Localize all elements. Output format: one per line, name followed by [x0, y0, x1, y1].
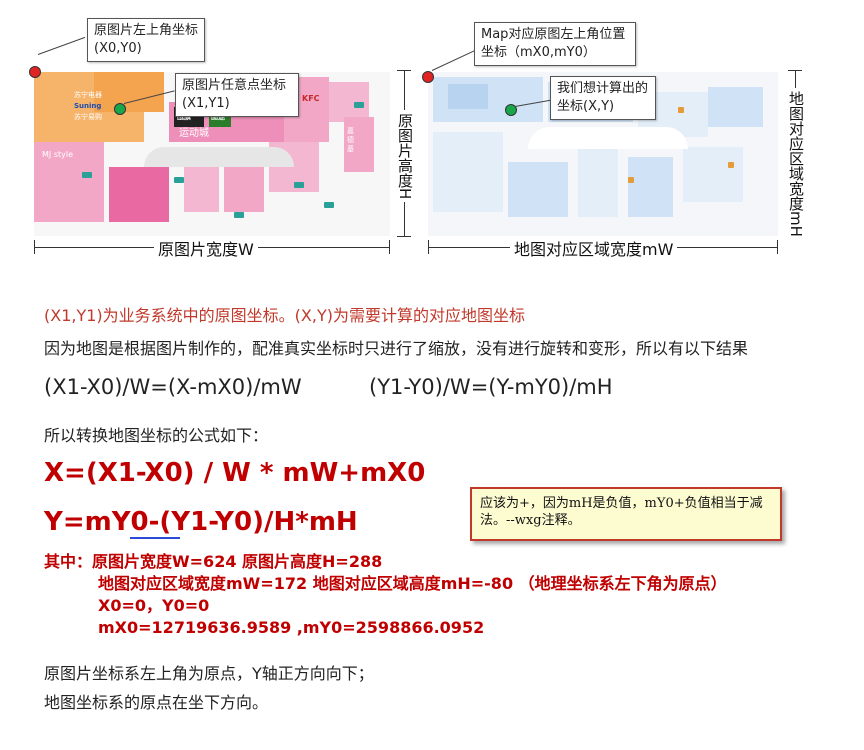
- arbitrary-point-marker: [114, 103, 126, 115]
- store-label-suning-yigou: 苏宁易购: [74, 113, 102, 121]
- origin-callout-text: 原图片左上角坐标(X0,Y0): [94, 23, 199, 56]
- original-axis-note: 原图片坐标系左上角为原点，Y轴正方向向下；: [44, 664, 374, 683]
- map-origin-callout: Map对应原图左上角位置坐标（mX0,mY0）: [474, 22, 636, 66]
- store-label-suning-en: Suning: [74, 102, 102, 110]
- store-label-mj: MJ style: [42, 150, 73, 159]
- store-label-block: 嘉德基: [347, 127, 354, 153]
- annotation-note: 应该为+，因为mH是负值，mY0+负值相当于减法。--wxg注释。: [470, 487, 782, 541]
- scaling-explanation: 因为地图是根据图片制作的，配准真实坐标时只进行了缩放，没有进行旋转和变形，所以有…: [44, 339, 749, 358]
- target-point-callout-text: 我们想计算出的坐标(X,Y): [557, 81, 649, 114]
- equation-x: (X1-X0)/W=(X-mX0)/mW: [44, 375, 302, 399]
- map-origin-callout-text: Map对应原图左上角位置坐标（mX0,mY0）: [481, 27, 626, 60]
- coordinate-definition: (X1,Y1)为业务系统中的原图坐标。(X,Y)为需要计算的对应地图坐标: [44, 306, 525, 325]
- parameter-line-4: mX0=12719636.9589 ,mY0=2598866.0952: [98, 618, 485, 637]
- store-label-yundongcheng: 运动城: [179, 128, 209, 139]
- map-width-label: 地图对应区域宽度mW: [510, 236, 678, 260]
- origin-callout: 原图片左上角坐标(X0,Y0): [87, 18, 205, 62]
- parameter-line-1: 其中：原图片宽度W=624 原图片高度H=288: [44, 552, 383, 571]
- store-label-kfc: KFC: [302, 94, 320, 103]
- formula-intro: 所以转换地图坐标的公式如下：: [44, 426, 269, 445]
- formula-underline-marker: [130, 537, 180, 539]
- origin-point-marker: [29, 66, 41, 78]
- original-height-label: 原图片高度H: [395, 110, 416, 203]
- parameter-line-3: X0=0，Y0=0: [98, 596, 210, 615]
- parameter-line-2: 地图对应区域宽度mW=172 地图对应区域高度mH=-80 （地理坐标系左下角为…: [98, 574, 727, 593]
- map-origin-marker: [422, 71, 434, 83]
- target-point-callout: 我们想计算出的坐标(X,Y): [550, 76, 656, 120]
- formula-x: X=(X1-X0) / W * mW+mX0: [44, 458, 426, 488]
- original-width-label: 原图片宽度W: [154, 236, 258, 260]
- map-height-label: 地图对应区域宽度mH: [786, 88, 807, 240]
- point-callout: 原图片任意点坐标(X1,Y1): [175, 73, 299, 117]
- equation-y: (Y1-Y0)/W=(Y-mY0)/mH: [369, 375, 613, 399]
- store-label-suning: 苏宁电器: [74, 91, 102, 99]
- map-axis-note: 地图坐标系的原点在坐下方向。: [44, 693, 269, 712]
- formula-y: Y=mY0-(Y1-Y0)/H*mH: [44, 507, 358, 537]
- point-callout-text: 原图片任意点坐标(X1,Y1): [182, 78, 287, 111]
